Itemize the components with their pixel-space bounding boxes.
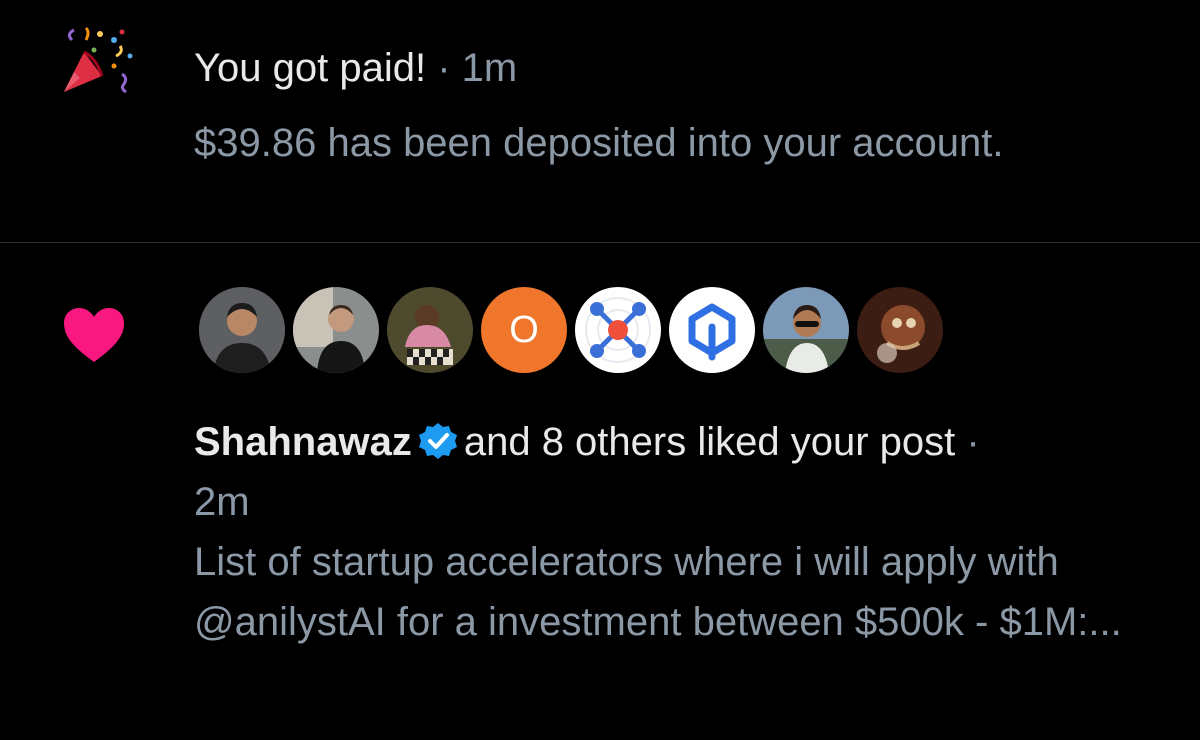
timestamp: 2m xyxy=(194,480,250,524)
avatar[interactable] xyxy=(290,284,382,376)
like-action: and 8 others liked your post xyxy=(463,420,956,464)
avatar[interactable] xyxy=(572,284,664,376)
separator-dot: · xyxy=(437,46,451,90)
payment-title: You got paid! xyxy=(194,46,427,90)
avatar-1 xyxy=(199,287,285,373)
payment-body: $39.86 has been deposited into your acco… xyxy=(194,121,1004,165)
avatar-2 xyxy=(293,287,379,373)
payment-title-line: You got paid! · 1m xyxy=(194,44,517,92)
like-summary: Shahnawaz and 8 others liked your post · xyxy=(194,416,980,468)
verified-badge-icon xyxy=(418,423,457,459)
timestamp: 1m xyxy=(461,46,518,90)
avatar-q-logo xyxy=(688,303,736,361)
avatar-8 xyxy=(857,287,943,373)
avatar[interactable]: O xyxy=(478,284,570,376)
avatar-network-logo xyxy=(585,297,651,363)
avatar[interactable] xyxy=(760,284,852,376)
avatar[interactable] xyxy=(196,284,288,376)
avatar-7 xyxy=(763,287,849,373)
payment-notification[interactable]: You got paid! · 1m $39.86 has been depos… xyxy=(0,0,1200,242)
post-preview[interactable]: List of startup accelerators where i wil… xyxy=(194,532,1184,652)
avatar[interactable] xyxy=(666,284,758,376)
party-popper-icon xyxy=(64,26,133,94)
heart-icon xyxy=(64,308,124,362)
avatar-o-letter: O xyxy=(509,308,539,351)
separator-dot: · xyxy=(966,420,980,464)
avatar[interactable] xyxy=(854,284,946,376)
liker-name[interactable]: Shahnawaz xyxy=(194,420,412,464)
avatar[interactable] xyxy=(384,284,476,376)
avatar-3 xyxy=(387,287,473,373)
